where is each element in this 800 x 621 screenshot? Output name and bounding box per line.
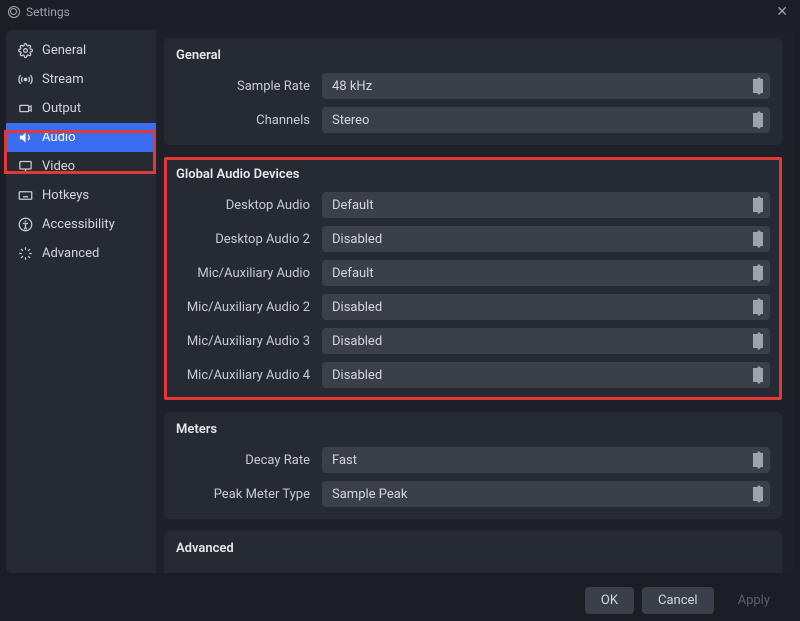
select-value: Disabled — [332, 334, 382, 349]
accessibility-icon — [18, 217, 33, 232]
desktop-audio-select[interactable]: Default — [322, 192, 770, 218]
select-value: Stereo — [332, 113, 369, 128]
field-label: Mic/Auxiliary Audio 3 — [176, 334, 322, 349]
cancel-button[interactable]: Cancel — [642, 587, 714, 614]
sidebar-item-label: General — [42, 43, 86, 58]
field-label: Mic/Auxiliary Audio 4 — [176, 368, 322, 383]
sidebar-item-general[interactable]: General — [6, 36, 156, 65]
sidebar-item-stream[interactable]: Stream — [6, 65, 156, 94]
peak-meter-type-select[interactable]: Sample Peak — [322, 481, 770, 507]
mic-aux-audio-3-select[interactable]: Disabled — [322, 328, 770, 354]
field-label: Decay Rate — [176, 453, 322, 468]
sidebar-item-video[interactable]: Video — [6, 152, 156, 181]
spinner-icon — [754, 485, 764, 503]
keyboard-icon — [18, 188, 33, 203]
field-label: Channels — [176, 113, 322, 128]
broadcast-icon — [18, 72, 33, 87]
channels-select[interactable]: Stereo — [322, 107, 770, 133]
sidebar: General Stream Output Audio Video — [6, 30, 156, 573]
select-value: Fast — [332, 453, 357, 468]
close-icon[interactable]: ✕ — [772, 4, 792, 20]
sample-rate-select[interactable]: 48 kHz — [322, 73, 770, 99]
spinner-icon — [754, 111, 764, 129]
field-label: Desktop Audio 2 — [176, 232, 322, 247]
section-meters: Meters Decay Rate Fast Peak Meter Type S… — [164, 412, 782, 519]
spinner-icon — [754, 332, 764, 350]
spinner-icon — [754, 366, 764, 384]
spinner-icon — [754, 298, 764, 316]
mic-aux-audio-select[interactable]: Default — [322, 260, 770, 286]
section-advanced: Advanced — [164, 531, 782, 573]
select-value: Disabled — [332, 300, 382, 315]
field-label: Sample Rate — [176, 79, 322, 94]
gear-icon — [18, 43, 33, 58]
field-label: Desktop Audio — [176, 198, 322, 213]
sidebar-item-label: Advanced — [42, 246, 99, 261]
sidebar-item-hotkeys[interactable]: Hotkeys — [6, 181, 156, 210]
output-icon — [18, 101, 33, 116]
mic-aux-audio-4-select[interactable]: Disabled — [322, 362, 770, 388]
section-global-audio-devices: Global Audio Devices Desktop Audio Defau… — [164, 157, 782, 400]
sidebar-item-label: Hotkeys — [42, 188, 89, 203]
select-value: Default — [332, 266, 374, 281]
app-icon — [8, 6, 20, 18]
select-value: 48 kHz — [332, 79, 372, 94]
select-value: Disabled — [332, 368, 382, 383]
spinner-icon — [754, 264, 764, 282]
sidebar-item-advanced[interactable]: Advanced — [6, 239, 156, 268]
tools-icon — [18, 246, 33, 261]
field-label: Peak Meter Type — [176, 487, 322, 502]
monitor-icon — [18, 159, 33, 174]
section-title: Advanced — [176, 541, 770, 556]
desktop-audio-2-select[interactable]: Disabled — [322, 226, 770, 252]
spinner-icon — [754, 451, 764, 469]
sidebar-item-output[interactable]: Output — [6, 94, 156, 123]
section-title: Global Audio Devices — [176, 167, 770, 182]
section-title: Meters — [176, 422, 770, 437]
sidebar-item-accessibility[interactable]: Accessibility — [6, 210, 156, 239]
sidebar-item-label: Video — [42, 159, 75, 174]
footer: OK Cancel Apply — [0, 579, 800, 621]
mic-aux-audio-2-select[interactable]: Disabled — [322, 294, 770, 320]
content-panel[interactable]: General Sample Rate 48 kHz Channels Ster… — [156, 30, 794, 573]
spinner-icon — [754, 77, 764, 95]
titlebar: Settings ✕ — [0, 0, 800, 24]
sidebar-item-label: Accessibility — [42, 217, 115, 232]
select-value: Sample Peak — [332, 487, 407, 502]
sidebar-item-audio[interactable]: Audio — [6, 123, 156, 152]
field-label: Mic/Auxiliary Audio — [176, 266, 322, 281]
sidebar-item-label: Audio — [42, 130, 75, 145]
sidebar-item-label: Output — [42, 101, 81, 116]
section-title: General — [176, 48, 770, 63]
apply-button: Apply — [722, 587, 786, 614]
window-title: Settings — [26, 5, 70, 19]
spinner-icon — [754, 230, 764, 248]
section-general: General Sample Rate 48 kHz Channels Ster… — [164, 38, 782, 145]
sidebar-item-label: Stream — [42, 72, 84, 87]
audio-icon — [18, 130, 33, 145]
field-label: Mic/Auxiliary Audio 2 — [176, 300, 322, 315]
select-value: Disabled — [332, 232, 382, 247]
spinner-icon — [754, 196, 764, 214]
decay-rate-select[interactable]: Fast — [322, 447, 770, 473]
select-value: Default — [332, 198, 374, 213]
ok-button[interactable]: OK — [585, 587, 634, 614]
